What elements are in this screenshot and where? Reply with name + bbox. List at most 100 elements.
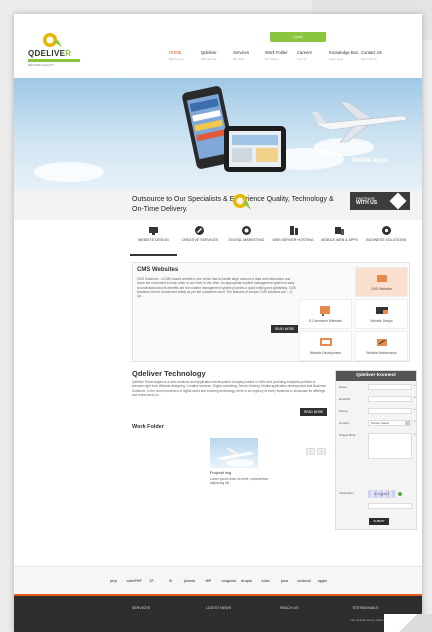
tech-logo-android: android [297,578,311,583]
qdeliver-q-icon [233,194,251,210]
logo-mark-icon [43,33,62,47]
captcha-input[interactable] [368,503,412,509]
chevron-down-icon [405,421,410,425]
cms-cell-label: E-Commerce Websites [309,319,342,323]
nav-item-title: Contact Us [361,50,382,55]
cms-panel: CMS Websites CMS Solutions – A CMS based… [132,262,410,362]
technology-title: Qdeliver Technology [132,369,206,378]
footer-col-testimonials[interactable]: TESTIMONIALS [352,606,378,610]
country-select[interactable]: Please Select [368,420,412,426]
nav-item-home[interactable]: HOME Welcome to [168,50,200,61]
nav-item-title: Knowledge Box [329,50,359,55]
cms-cell-e-commerce-websites[interactable]: E-Commerce Websites [299,299,352,329]
required-mark: * [414,407,416,412]
project-name: Project# img [210,471,232,475]
tab-business-solutions[interactable]: BUSINESS SOLUTIONS [363,226,410,256]
cms-icon [376,275,387,282]
cms-cell-website-development[interactable]: Website Development [299,331,352,361]
tech-logo-xi: XI [168,578,173,583]
country-label: Country [339,421,350,425]
footer-col-services[interactable]: SERVICES [132,606,150,610]
nav-item-title: Qdeliver [201,50,217,55]
refresh-captcha-icon[interactable] [398,492,402,496]
tab-mobile-web-apps[interactable]: MOBILE WEB & APPS [316,226,363,256]
tab-website-design[interactable]: WEBSITE DESIGN [130,226,177,256]
nav-item-qdeliver[interactable]: Qdeliver Who are We [200,50,232,61]
nav-item-title: HOME [169,50,182,55]
cms-body: CMS Solutions – A CMS based website is o… [137,277,296,299]
technology-read-more-button[interactable]: READ MORE [300,408,328,416]
tech-logo-wp: WP [205,578,212,583]
tab-label: MOBILE WEB & APPS [321,238,358,242]
required-mark: * [414,383,416,388]
web-page: QDELIVER DELIVER QUALITY LOGIN HOME Welco… [14,14,422,632]
airplane-illustration [312,101,407,143]
tab-digital-marketing[interactable]: DIGITAL MARKETING [223,226,270,256]
tab-label: BUSINESS SOLUTIONS [366,238,407,242]
prev-arrow-button[interactable]: ‹ [306,448,315,455]
work-folder-image[interactable] [210,438,258,468]
phone-input[interactable] [368,408,412,414]
project-brief-textarea[interactable] [368,433,412,459]
tech-logo-cakephp: cakePHP [126,578,142,583]
cms-cell-label: CMS Websites [370,287,393,291]
footer-col-news[interactable]: LATEST NEWS [206,606,231,610]
email-label: Email ID [339,397,351,401]
gear-icon [381,226,391,235]
cms-title: CMS Websites [137,267,179,273]
tab-label: CREATIVE SERVICES [181,238,219,242]
login-tab[interactable]: LOGIN [270,32,326,42]
screenshot-root: QDELIVER DELIVER QUALITY LOGIN HOME Welco… [0,0,432,632]
site-logo[interactable]: QDELIVER DELIVER QUALITY [28,32,80,68]
verification-label: Verification [339,491,354,495]
name-label: Name [339,385,348,389]
server-icon [289,226,298,235]
technology-body: Qdeliver Technologies is a web solutions… [132,380,326,397]
email-input[interactable] [368,396,412,402]
tech-logo-zf: ZF [149,578,154,583]
banner-caption: Mobile Apps [352,158,388,164]
logo-bar [28,59,80,62]
project-description: Lorem ipsum dolor sit amet, consectetuer… [210,477,269,486]
monitor-icon [148,227,158,235]
cms-read-more-button[interactable]: READ MORE [271,325,299,333]
nav-item-subtitle: Who are We [201,57,217,61]
nav-item-careers[interactable]: Careers Join Us [296,50,328,61]
nav-item-title: Careers [297,50,312,55]
tech-logo-drupal: drupal [241,578,252,583]
tab-label: WEBSITE DESIGN [137,238,169,242]
nav-item-knowledge-box[interactable]: Knowledge Box Learn more [328,50,360,61]
cms-cell-website-design[interactable]: Website Design [355,299,408,329]
design-icon [375,307,388,314]
next-arrow-button[interactable]: › [317,448,326,455]
name-input[interactable] [368,384,412,390]
cms-cell-cms-websites[interactable]: CMS Websites [355,267,408,297]
cms-cell-website-maintenance[interactable]: Website Maintenance [355,331,408,361]
cloud [34,162,104,182]
partner-with-us-button[interactable]: PARTNER WITH US [350,192,410,210]
submit-button[interactable]: SUBMIT [369,518,389,525]
nav-item-subtitle: Our Works [265,57,279,61]
country-value: Please Select [371,421,390,425]
nav-item-subtitle: Welcome to [169,57,184,61]
hero-banner: Mobile Apps [14,78,422,190]
main-nav: HOME Welcome to Qdeliver Who are We Services… [168,50,392,61]
footer-col-reach[interactable]: REACH US [280,606,299,610]
pencil-icon [195,226,205,235]
outsource-strip: Outsource to Our Specialists & Experienc… [14,190,422,220]
tab-creative-services[interactable]: CREATIVE SERVICES [177,226,224,256]
tech-logo-magento: magento [221,578,237,583]
nav-item-subtitle: Learn more [329,57,344,61]
tab-web-server-hosting[interactable]: WEB SERVER HOSTING [270,226,317,256]
nav-item-contact-us[interactable]: Contact Us Get in Touch [360,50,392,61]
konnect-title: Qdeliver Konnect [336,371,416,381]
page-curl [384,614,432,632]
nav-item-services[interactable]: Services We Offer [232,50,264,61]
service-tabs: WEBSITE DESIGN CREATIVE SERVICES DIGITAL M… [130,226,410,256]
phones-illustration [182,86,286,172]
required-mark: * [414,395,416,400]
tech-logo-php: php [110,578,117,583]
captcha-image: 1 U g m T [368,490,396,498]
nav-item-work-folder[interactable]: Work Folder Our Works [264,50,296,61]
required-mark: * [414,419,416,424]
